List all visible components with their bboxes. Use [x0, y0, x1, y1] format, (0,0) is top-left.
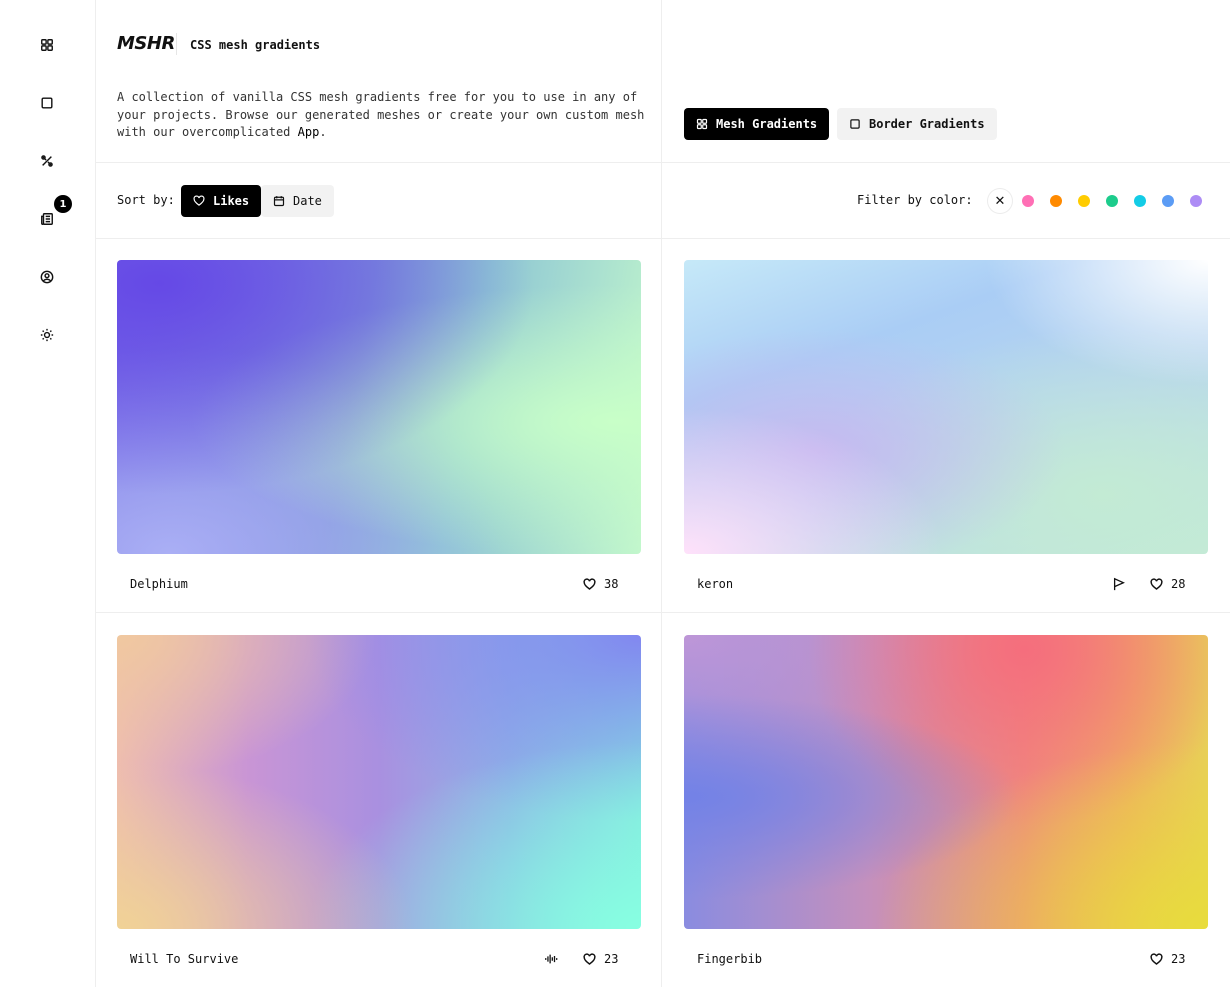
like-button[interactable]: 38	[583, 577, 618, 591]
heart-icon	[583, 952, 596, 965]
sidebar: 1	[0, 0, 96, 987]
like-button[interactable]: 23	[1150, 952, 1185, 966]
gradient-preview-will-to-survive[interactable]	[117, 635, 641, 929]
tab-mesh-gradients[interactable]: Mesh Gradients	[684, 108, 830, 140]
description-end: .	[319, 125, 327, 139]
header-divider	[96, 162, 1230, 163]
flag-icon[interactable]	[1112, 577, 1126, 591]
heart-icon	[583, 577, 596, 590]
brand-logo[interactable]: MSHR	[117, 34, 175, 54]
sun-icon[interactable]	[38, 326, 56, 344]
grid-icon	[696, 118, 708, 130]
calendar-icon	[273, 196, 285, 207]
like-count: 23	[1171, 952, 1186, 966]
filter-label: Filter by color:	[857, 193, 973, 207]
sort-label: Sort by:	[117, 193, 175, 207]
sort-date-button[interactable]: Date	[261, 185, 334, 217]
audio-wave-icon[interactable]	[544, 952, 558, 966]
like-count: 28	[1171, 577, 1186, 591]
tab-border-gradients[interactable]: Border Gradients	[837, 108, 997, 140]
color-swatch[interactable]	[1106, 195, 1118, 207]
gradient-preview-delphium[interactable]	[117, 260, 641, 554]
gradient-name: Delphium	[130, 577, 188, 591]
color-swatch[interactable]	[1134, 195, 1146, 207]
gradient-preview-fingerbib[interactable]	[684, 635, 1208, 929]
site-title: CSS mesh gradients	[190, 38, 321, 52]
color-swatch[interactable]	[1022, 195, 1034, 207]
logo-separator	[176, 33, 177, 55]
tab-label: Mesh Gradients	[716, 117, 818, 131]
gradient-name: Will To Survive	[130, 952, 239, 966]
newspaper-icon[interactable]	[38, 210, 56, 228]
like-button[interactable]: 23	[583, 952, 618, 966]
heart-icon	[193, 195, 205, 206]
sort-likes-button[interactable]: Likes	[181, 185, 262, 217]
page-description: A collection of vanilla CSS mesh gradien…	[117, 89, 647, 142]
like-count: 23	[604, 952, 619, 966]
gradient-preview-keron[interactable]	[684, 260, 1208, 554]
heart-icon	[1150, 952, 1163, 965]
color-swatch[interactable]	[1162, 195, 1174, 207]
grid-icon[interactable]	[38, 36, 56, 54]
heart-icon	[1150, 577, 1163, 590]
column-divider	[661, 0, 662, 987]
color-swatch[interactable]	[1050, 195, 1062, 207]
notification-badge: 1	[54, 195, 72, 213]
user-circle-icon[interactable]	[38, 268, 56, 286]
clear-filter-button[interactable]: ✕	[988, 189, 1012, 213]
square-icon	[850, 119, 860, 129]
color-swatch[interactable]	[1078, 195, 1090, 207]
description-text: A collection of vanilla CSS mesh gradien…	[117, 90, 645, 139]
color-swatch[interactable]	[1190, 195, 1202, 207]
gradient-name: keron	[697, 577, 734, 591]
sort-label-date: Date	[293, 194, 322, 208]
tools-icon[interactable]	[38, 152, 56, 170]
tab-label: Border Gradients	[869, 117, 985, 131]
like-count: 38	[604, 577, 619, 591]
toolbar-divider	[96, 238, 1230, 239]
gradient-name: Fingerbib	[697, 952, 763, 966]
app-link[interactable]: App	[298, 125, 320, 139]
like-button[interactable]: 28	[1150, 577, 1185, 591]
row-divider	[96, 612, 1230, 613]
square-icon[interactable]	[38, 94, 56, 112]
sort-label-likes: Likes	[213, 194, 250, 208]
